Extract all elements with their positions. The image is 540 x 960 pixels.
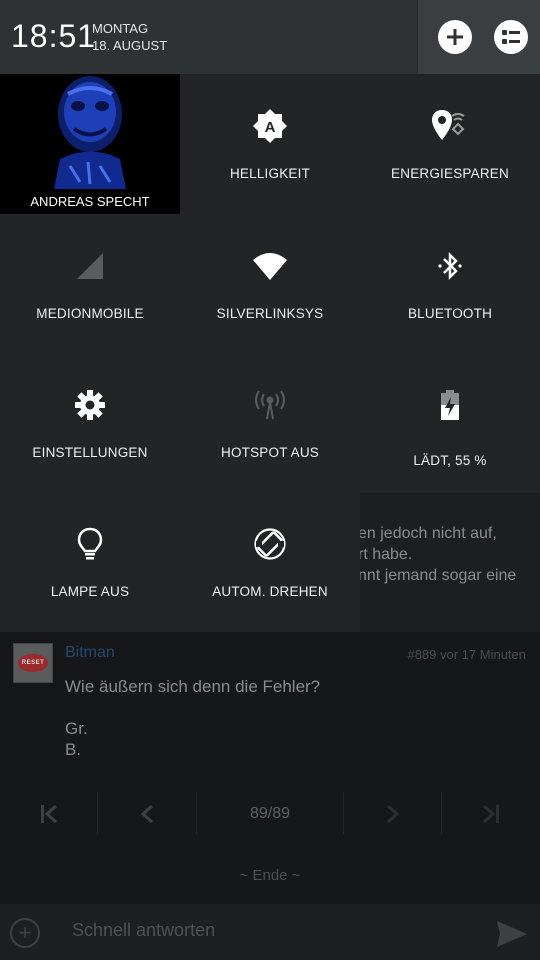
post-meta: #889 vor 17 Minuten xyxy=(407,647,526,662)
tile-label: MEDIONMOBILE xyxy=(36,306,144,321)
last-page-button[interactable] xyxy=(442,790,540,838)
post-body: Wie äußern sich denn die Fehler? Gr. B. xyxy=(65,676,320,760)
post-fragment-line: en jedoch nicht auf, xyxy=(360,525,497,542)
cell-signal-icon xyxy=(77,253,103,279)
tile-battery[interactable]: LÄDT, 55 % xyxy=(360,353,540,492)
post-signature-line: B. xyxy=(65,740,82,759)
battery-charging-icon xyxy=(441,390,459,420)
quick-reply-bar: + xyxy=(0,904,540,960)
bluetooth-icon xyxy=(438,251,462,281)
tile-auto-rotate[interactable]: AUTOM. DREHEN xyxy=(180,492,360,631)
notification-list-icon xyxy=(502,30,520,44)
tile-hotspot[interactable]: HOTSPOT AUS xyxy=(180,353,360,492)
skip-first-icon xyxy=(40,804,57,824)
tile-settings[interactable]: EINSTELLUNGEN xyxy=(0,353,180,492)
end-of-thread-label: ~ Ende ~ xyxy=(239,867,301,884)
tile-brightness[interactable]: A HELLIGKEIT xyxy=(180,74,360,213)
tile-label: HELLIGKEIT xyxy=(229,166,311,181)
add-attachment-button[interactable]: + xyxy=(10,918,40,948)
brightness-auto-icon: A xyxy=(253,109,287,143)
plus-icon xyxy=(447,29,463,45)
date-label: 18. AUGUST xyxy=(92,38,168,53)
chevron-left-icon xyxy=(140,804,153,824)
send-icon[interactable] xyxy=(496,920,528,948)
avatar[interactable]: RESET xyxy=(13,643,53,683)
tile-label: EINSTELLUNGEN xyxy=(32,445,148,460)
first-page-button[interactable] xyxy=(0,790,97,838)
tile-bluetooth[interactable]: BLUETOOTH xyxy=(360,214,540,353)
tile-wifi[interactable]: SILVERLINKSYS xyxy=(180,214,360,353)
post-fragment-line: nnt jemand sogar eine xyxy=(360,567,517,584)
page-indicator: 89/89 xyxy=(249,805,291,822)
post-body-line: Wie äußern sich denn die Fehler? xyxy=(65,677,321,696)
svg-text:A: A xyxy=(265,119,276,136)
location-energy-icon xyxy=(432,110,465,140)
tile-label: HOTSPOT AUS xyxy=(221,445,319,460)
forum-post: RESET Bitman #889 vor 17 Minuten Wie äuß… xyxy=(0,632,540,782)
clock: 18:51 xyxy=(11,18,97,54)
post-author-link[interactable]: Bitman xyxy=(65,644,115,662)
plus-icon: + xyxy=(18,920,32,945)
shade-header: 18:51 MONTAG 18. AUGUST xyxy=(0,0,417,74)
previous-page-button[interactable] xyxy=(98,790,196,838)
tile-energy-saving[interactable]: ENERGIESPAREN xyxy=(360,74,540,213)
quick-reply-input[interactable] xyxy=(72,920,472,941)
tile-label: LAMPE AUS xyxy=(50,584,130,599)
tile-label: SILVERLINKSYS xyxy=(216,306,324,321)
user-avatar xyxy=(40,74,140,189)
tile-label: LÄDT, 55 % xyxy=(413,453,487,468)
pagination-bar: 89/89 xyxy=(0,790,540,838)
tile-mobile-network[interactable]: MEDIONMOBILE xyxy=(0,214,180,353)
tile-flashlight[interactable]: LAMPE AUS xyxy=(0,492,180,631)
user-name: ANDREAS SPECHT xyxy=(30,194,150,209)
tile-label: ENERGIESPAREN xyxy=(391,166,509,181)
rotate-icon xyxy=(254,528,286,560)
post-fragment-line: rt habe. xyxy=(360,546,413,563)
hotspot-icon xyxy=(255,390,285,420)
tile-label: BLUETOOTH xyxy=(407,306,493,321)
gear-icon xyxy=(75,390,105,420)
next-page-button[interactable] xyxy=(344,790,441,838)
previous-post-fragment: en jedoch nicht auf, rt habe. nnt jemand… xyxy=(360,493,540,633)
lightbulb-icon xyxy=(77,527,103,560)
skip-last-icon xyxy=(483,804,499,824)
wifi-icon xyxy=(253,253,287,280)
chevron-right-icon xyxy=(386,804,399,824)
user-profile-tile[interactable]: ANDREAS SPECHT xyxy=(0,74,180,214)
tile-label: AUTOM. DREHEN xyxy=(212,584,328,599)
page-selector[interactable]: 89/89 xyxy=(197,790,343,838)
avatar-reset-button-image: RESET xyxy=(18,654,48,672)
notifications-toggle-button[interactable] xyxy=(494,20,528,54)
weekday-label: MONTAG xyxy=(92,21,149,36)
post-signature-line: Gr. xyxy=(65,719,88,738)
add-button[interactable] xyxy=(438,20,472,54)
